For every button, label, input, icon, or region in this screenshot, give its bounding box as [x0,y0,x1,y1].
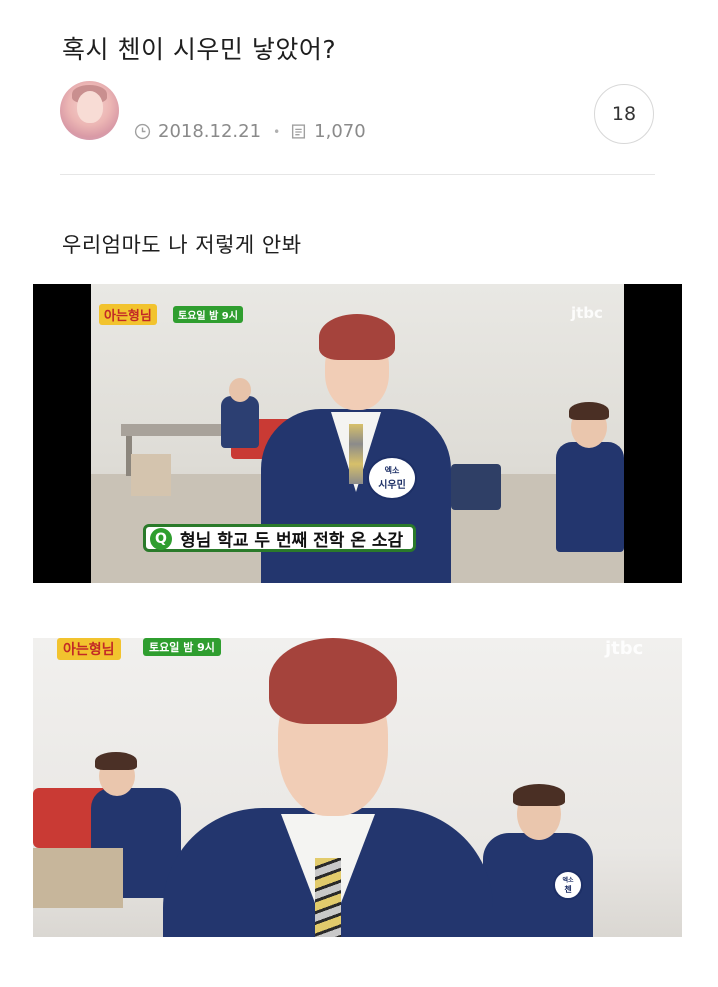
clock-icon [134,123,151,140]
folding-chair [451,464,501,510]
nametag-right-name: 첸 [564,885,572,894]
author-avatar[interactable] [60,81,119,140]
post-body-text: 우리엄마도 나 저렇게 안봐 [62,233,302,257]
box [131,454,171,496]
caption-q-icon: Q [150,528,172,550]
nametag-name: 시우민 [378,480,406,491]
show-logo: 아는형님 [57,638,121,660]
view-count: 1,070 [314,121,366,142]
post-image-1[interactable]: 엑소 시우민 아는형님 토요일 밤 9시 jtbc Q 형님 학교 두 번째 전… [33,284,682,583]
comment-count-button[interactable]: 18 [594,84,654,144]
person-right-hair [513,784,565,806]
person-left [221,396,259,448]
video-frame: 엑소 시우민 아는형님 토요일 밤 9시 jtbc Q 형님 학교 두 번째 전… [91,284,624,583]
nametag-right: 엑소 첸 [553,870,583,900]
main-person-hair [269,638,397,724]
divider [60,174,655,175]
person-right-hair [569,402,609,420]
show-time-badge: 토요일 밤 9시 [173,306,243,323]
post-title: 혹시 첸이 시우민 낳았어? [62,35,337,64]
subtitle-caption: Q 형님 학교 두 번째 전학 온 소감 [143,524,417,552]
nametag-group: 엑소 [384,466,400,475]
broadcaster-logo: jtbc [605,638,644,659]
main-person-hair [319,314,395,360]
post-image-2[interactable]: 엑소 첸 아는형님 토요일 밤 9시 jtbc [33,638,682,937]
nametag: 엑소 시우민 [367,456,417,500]
show-time-badge: 토요일 밤 9시 [143,638,221,656]
person-left-hair [95,752,137,770]
avatar-face [77,91,103,123]
tie [349,424,363,484]
person-left-legs [33,848,123,908]
caption-text: 형님 학교 두 번째 전학 온 소감 [180,530,404,551]
document-icon [292,124,306,139]
tie [315,858,341,937]
person-left-head [229,378,251,402]
nametag-right-group: 엑소 [562,877,574,884]
show-logo: 아는형님 [99,304,157,325]
broadcaster-logo: jtbc [571,304,603,322]
table [121,424,221,436]
person-right [556,442,624,552]
post-meta: 2018.12.21 • 1,070 [134,121,366,142]
meta-separator: • [273,124,281,139]
post-date: 2018.12.21 [158,121,262,142]
